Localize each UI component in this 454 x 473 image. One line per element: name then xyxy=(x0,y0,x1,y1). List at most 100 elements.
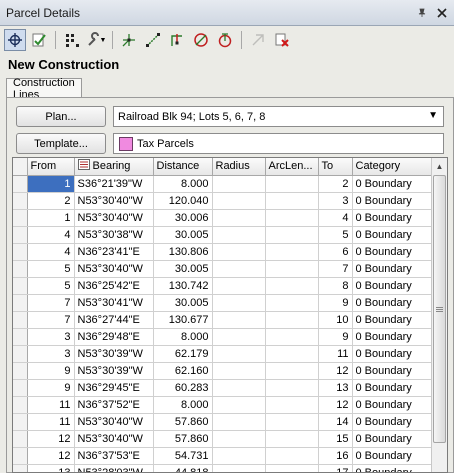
row-selector[interactable] xyxy=(13,226,28,244)
cell-to[interactable]: 10 xyxy=(318,311,353,329)
row-selector[interactable] xyxy=(13,430,28,448)
cell-from[interactable]: 4 xyxy=(27,243,75,261)
cell-to[interactable]: 9 xyxy=(318,294,353,312)
cell-radius[interactable] xyxy=(212,175,266,193)
cell-to[interactable]: 11 xyxy=(318,345,353,363)
cell-arclen[interactable] xyxy=(265,311,319,329)
cell-radius[interactable] xyxy=(212,396,266,414)
cell-to[interactable]: 17 xyxy=(318,464,353,472)
cell-arclen[interactable] xyxy=(265,379,319,397)
cell-arclen[interactable] xyxy=(265,260,319,278)
offset-icon[interactable] xyxy=(166,29,188,51)
cell-distance[interactable]: 57.860 xyxy=(153,413,213,431)
cell-to[interactable]: 7 xyxy=(318,260,353,278)
cell-category[interactable]: 0 Boundary xyxy=(352,328,434,346)
delete-icon[interactable] xyxy=(271,29,293,51)
cell-bearing[interactable]: N53°30'40"W xyxy=(74,192,154,210)
cell-bearing[interactable]: N36°29'48"E xyxy=(74,328,154,346)
cell-to[interactable]: 9 xyxy=(318,328,353,346)
cell-arclen[interactable] xyxy=(265,192,319,210)
curve-icon[interactable] xyxy=(214,29,236,51)
cell-to[interactable]: 14 xyxy=(318,413,353,431)
table-row[interactable]: 4 N53°30'38"W 30.005 5 0 Boundary xyxy=(13,226,434,244)
chevron-down-icon[interactable]: ▼ xyxy=(428,110,438,121)
cell-radius[interactable] xyxy=(212,192,266,210)
cell-arclen[interactable] xyxy=(265,430,319,448)
cell-radius[interactable] xyxy=(212,345,266,363)
tab-construction-lines[interactable]: Construction Lines xyxy=(6,77,82,101)
cell-bearing[interactable]: N53°30'39"W xyxy=(74,345,154,363)
cell-bearing[interactable]: N53°30'40"W xyxy=(74,260,154,278)
cell-radius[interactable] xyxy=(212,209,266,227)
cell-to[interactable]: 5 xyxy=(318,226,353,244)
cell-to[interactable]: 12 xyxy=(318,362,353,380)
cell-to[interactable]: 6 xyxy=(318,243,353,261)
cell-from[interactable]: 12 xyxy=(27,447,75,465)
cell-to[interactable]: 12 xyxy=(318,396,353,414)
row-selector[interactable] xyxy=(13,396,28,414)
construct-point-icon[interactable] xyxy=(118,29,140,51)
cell-distance[interactable]: 60.283 xyxy=(153,379,213,397)
cell-bearing[interactable]: N53°30'40"W xyxy=(74,413,154,431)
cell-radius[interactable] xyxy=(212,311,266,329)
column-header-radius[interactable]: Radius xyxy=(212,158,266,176)
cell-radius[interactable] xyxy=(212,328,266,346)
cell-bearing[interactable]: S36°21'39"W xyxy=(74,175,154,193)
cell-from[interactable]: 9 xyxy=(27,362,75,380)
scroll-thumb[interactable] xyxy=(433,175,446,443)
cell-distance[interactable]: 130.742 xyxy=(153,277,213,295)
cell-bearing[interactable]: N53°30'40"W xyxy=(74,209,154,227)
cell-from[interactable]: 7 xyxy=(27,294,75,312)
cell-distance[interactable]: 8.000 xyxy=(153,175,213,193)
column-header-from[interactable]: From xyxy=(27,158,75,176)
cell-from[interactable]: 13 xyxy=(27,464,75,472)
cell-arclen[interactable] xyxy=(265,396,319,414)
table-row[interactable]: 7 N53°30'41"W 30.005 9 0 Boundary xyxy=(13,294,434,312)
cell-distance[interactable]: 57.860 xyxy=(153,430,213,448)
plan-button[interactable]: Plan... xyxy=(16,106,106,127)
cell-from[interactable]: 11 xyxy=(27,413,75,431)
cell-arclen[interactable] xyxy=(265,277,319,295)
column-header-bearing[interactable]: Bearing xyxy=(74,158,154,176)
cell-category[interactable]: 0 Boundary xyxy=(352,243,434,261)
cell-to[interactable]: 15 xyxy=(318,430,353,448)
row-selector[interactable] xyxy=(13,209,28,227)
cell-from[interactable]: 7 xyxy=(27,311,75,329)
cell-bearing[interactable]: N53°28'03"W xyxy=(74,464,154,472)
cell-category[interactable]: 0 Boundary xyxy=(352,413,434,431)
row-selector[interactable] xyxy=(13,379,28,397)
cell-radius[interactable] xyxy=(212,260,266,278)
cell-radius[interactable] xyxy=(212,294,266,312)
cell-category[interactable]: 0 Boundary xyxy=(352,464,434,472)
table-row[interactable]: 3 N36°29'48"E 8.000 9 0 Boundary xyxy=(13,328,434,346)
table-row[interactable]: 12 N36°37'53"E 54.731 16 0 Boundary xyxy=(13,447,434,465)
template-button[interactable]: Template... xyxy=(16,133,106,154)
cell-arclen[interactable] xyxy=(265,447,319,465)
cell-distance[interactable]: 54.731 xyxy=(153,447,213,465)
cell-radius[interactable] xyxy=(212,277,266,295)
table-row[interactable]: 11 N36°37'52"E 8.000 12 0 Boundary xyxy=(13,396,434,414)
row-selector[interactable] xyxy=(13,328,28,346)
cell-category[interactable]: 0 Boundary xyxy=(352,379,434,397)
cell-arclen[interactable] xyxy=(265,464,319,472)
cell-arclen[interactable] xyxy=(265,243,319,261)
table-row[interactable]: 7 N36°27'44"E 130.677 10 0 Boundary xyxy=(13,311,434,329)
cell-arclen[interactable] xyxy=(265,209,319,227)
pin-icon[interactable] xyxy=(414,5,430,21)
cell-from[interactable]: 12 xyxy=(27,430,75,448)
cell-arclen[interactable] xyxy=(265,294,319,312)
cell-to[interactable]: 3 xyxy=(318,192,353,210)
cell-bearing[interactable]: N53°30'41"W xyxy=(74,294,154,312)
cell-radius[interactable] xyxy=(212,413,266,431)
row-selector[interactable] xyxy=(13,175,28,193)
cell-from[interactable]: 2 xyxy=(27,192,75,210)
table-row[interactable]: 3 N53°30'39"W 62.179 11 0 Boundary xyxy=(13,345,434,363)
cell-arclen[interactable] xyxy=(265,226,319,244)
cell-bearing[interactable]: N36°27'44"E xyxy=(74,311,154,329)
points-grid-icon[interactable] xyxy=(61,29,83,51)
row-selector[interactable] xyxy=(13,345,28,363)
cell-bearing[interactable]: N36°23'41"E xyxy=(74,243,154,261)
row-selector[interactable] xyxy=(13,413,28,431)
cell-from[interactable]: 5 xyxy=(27,277,75,295)
cell-radius[interactable] xyxy=(212,447,266,465)
